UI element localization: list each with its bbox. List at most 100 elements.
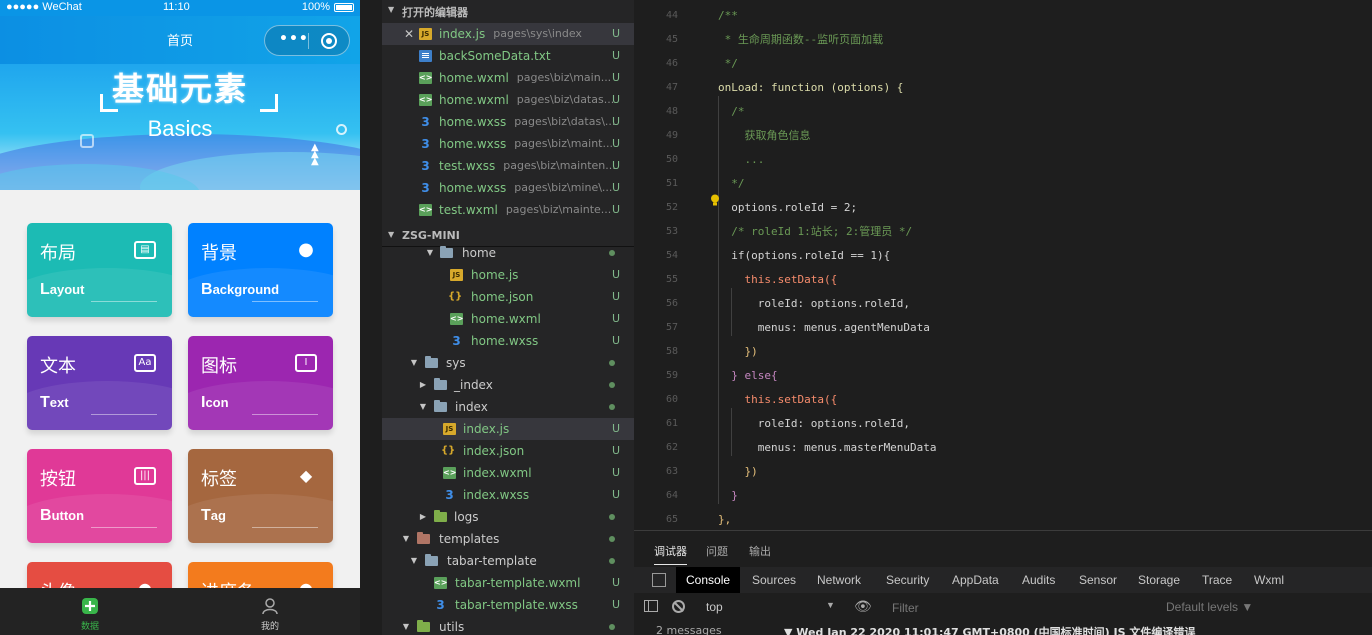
tree-folder[interactable]: ▼ sys	[382, 352, 634, 374]
card-subtitle: Text	[40, 394, 69, 411]
line-number: 61	[665, 418, 678, 429]
git-status: U	[611, 159, 621, 172]
code-editor[interactable]: 44 /** 45 * 生命周期函数--监听页面加载 46 */ 47 onLo…	[634, 0, 1372, 530]
tree-folder[interactable]: ▼ tabar-template	[382, 550, 634, 572]
tab-problems[interactable]: 问题	[706, 543, 728, 559]
line-number: 47	[665, 82, 678, 93]
tree-file[interactable]: <> index.wxml U	[382, 462, 634, 484]
chevron-down-icon: ▼	[402, 622, 410, 631]
code-line: ...	[718, 153, 765, 166]
code-line: options.roleId = 2;	[718, 201, 858, 214]
open-editor-item[interactable]: 3 home.wxss pages\biz\mine\... U	[382, 177, 634, 199]
open-editor-item[interactable]: 3 test.wxss pages\biz\mainten... U	[382, 155, 634, 177]
open-editor-item[interactable]: <> home.wxml pages\biz\main... U	[382, 67, 634, 89]
tree-file[interactable]: <> tabar-template.wxml U	[382, 572, 634, 594]
message-count[interactable]: 2 messages	[656, 624, 722, 635]
tree-file[interactable]: JS home.js U	[382, 264, 634, 286]
tree-file[interactable]: 3 index.wxss U	[382, 484, 634, 506]
card-title: 按钮	[40, 469, 76, 490]
line-number: 60	[665, 394, 678, 405]
context-select[interactable]: top	[706, 600, 723, 614]
line-number: 49	[665, 130, 678, 141]
open-editor-item[interactable]: ✕ JS index.js pages\sys\index U	[382, 23, 634, 45]
file-explorer: ▼ 打开的编辑器 ✕ JS index.js pages\sys\index U …	[382, 0, 634, 635]
file-name: home.wxss	[471, 334, 539, 348]
card-tag[interactable]: 标签 ◆ Tag	[188, 449, 333, 543]
levels-select[interactable]: Default levels ▼	[1166, 600, 1253, 614]
open-editor-item[interactable]: 3 home.wxss pages\biz\maint... U	[382, 133, 634, 155]
tree-file-selected[interactable]: JS index.js U	[382, 418, 634, 440]
tab-appdata[interactable]: AppData	[952, 567, 999, 593]
card-button[interactable]: 按钮 ||| Button	[27, 449, 172, 543]
code-line: roleId: options.roleId,	[718, 417, 911, 430]
line-number: 54	[665, 250, 678, 261]
tree-folder[interactable]: ▼ home	[382, 242, 634, 264]
git-status: U	[611, 93, 621, 106]
tab-network[interactable]: Network	[817, 567, 861, 593]
tab-sources[interactable]: Sources	[752, 567, 796, 593]
open-editor-item[interactable]: <> home.wxml pages\biz\datas... U	[382, 89, 634, 111]
file-name: index.json	[463, 444, 525, 458]
git-status: U	[611, 181, 621, 194]
code-line: },	[718, 513, 732, 526]
tree-folder[interactable]: ▼ utils	[382, 616, 634, 635]
git-status: U	[611, 312, 621, 325]
lightbulb-icon[interactable]	[710, 194, 720, 206]
square-decoration	[80, 134, 94, 148]
card-text[interactable]: 文本 Aa Text	[27, 336, 172, 430]
console-message: 2 messages ▼ Wed Jan 22 2020 11:01:47 GM…	[634, 621, 1372, 635]
tree-file[interactable]: 3 tabar-template.wxss U	[382, 594, 634, 616]
tree-file[interactable]: {} home.json U	[382, 286, 634, 308]
folder-name: utils	[439, 620, 465, 634]
tab-console[interactable]: Console	[676, 567, 741, 593]
button-icon: |||	[134, 467, 156, 485]
tree-file[interactable]: <> home.wxml U	[382, 308, 634, 330]
phone-simulator: ●●●●● WeChat 11:10 100% 首页 ••• 基础元素 Basi…	[0, 0, 360, 635]
open-editor-item[interactable]: 3 home.wxss pages\biz\datas\... U	[382, 111, 634, 133]
modified-dot	[609, 536, 615, 542]
clear-console-icon[interactable]	[672, 600, 685, 613]
tab-mine[interactable]: 我的	[180, 588, 360, 635]
tab-storage[interactable]: Storage	[1138, 567, 1180, 593]
message-text[interactable]: ▼ Wed Jan 22 2020 11:01:47 GMT+0800 (中国标…	[784, 624, 1195, 635]
tab-audits[interactable]: Audits	[1022, 567, 1055, 593]
open-editor-item[interactable]: <> test.wxml pages\biz\mainte... U	[382, 199, 634, 221]
tree-file[interactable]: {} index.json U	[382, 440, 634, 462]
open-editor-item[interactable]: backSomeData.txt U	[382, 45, 634, 67]
tab-debugger[interactable]: 调试器	[654, 543, 687, 565]
file-name: test.wxss pages\biz\mainten...	[439, 159, 616, 173]
sidebar-toggle-icon[interactable]	[644, 600, 658, 612]
capsule-menu[interactable]: •••	[264, 25, 350, 56]
tab-security[interactable]: Security	[886, 567, 929, 593]
chevron-down-icon: ▼	[426, 248, 434, 257]
tab-trace[interactable]: Trace	[1202, 567, 1232, 593]
tab-sensor[interactable]: Sensor	[1079, 567, 1117, 593]
card-layout[interactable]: 布局 ▤ Layout	[27, 223, 172, 317]
banner-title-cn: 基础元素	[111, 70, 248, 108]
tree-folder[interactable]: ▶ logs	[382, 506, 634, 528]
git-status: U	[611, 49, 621, 62]
card-background[interactable]: 背景 ● Background	[188, 223, 333, 317]
tab-data[interactable]: 数据	[0, 588, 180, 635]
cursor-box-icon: I	[295, 354, 317, 372]
code-line: roleId: options.roleId,	[718, 297, 911, 310]
chevron-down-icon[interactable]: ▼	[826, 600, 835, 610]
filter-input[interactable]: Filter	[892, 601, 919, 615]
tree-folder[interactable]: ▶ _index	[382, 374, 634, 396]
tab-wxml[interactable]: Wxml	[1254, 567, 1284, 593]
open-editors-header[interactable]: ▼ 打开的编辑器	[382, 0, 634, 22]
tree-folder[interactable]: ▼ templates	[382, 528, 634, 550]
close-icon[interactable]: ✕	[404, 23, 414, 45]
tab-output[interactable]: 输出	[749, 543, 771, 559]
section-title: 打开的编辑器	[402, 6, 468, 19]
tree-file[interactable]: 3 home.wxss U	[382, 330, 634, 352]
more-dots-icon[interactable]: •••	[279, 31, 309, 47]
eye-icon[interactable]: 👁	[854, 598, 872, 615]
modified-dot	[609, 624, 615, 630]
code-line: }	[718, 489, 738, 502]
text-file-icon	[419, 50, 432, 62]
inspect-element-icon[interactable]	[652, 573, 666, 587]
card-icon[interactable]: 图标 I Icon	[188, 336, 333, 430]
tree-folder[interactable]: ▼ index	[382, 396, 634, 418]
close-circle-icon[interactable]	[321, 33, 337, 49]
